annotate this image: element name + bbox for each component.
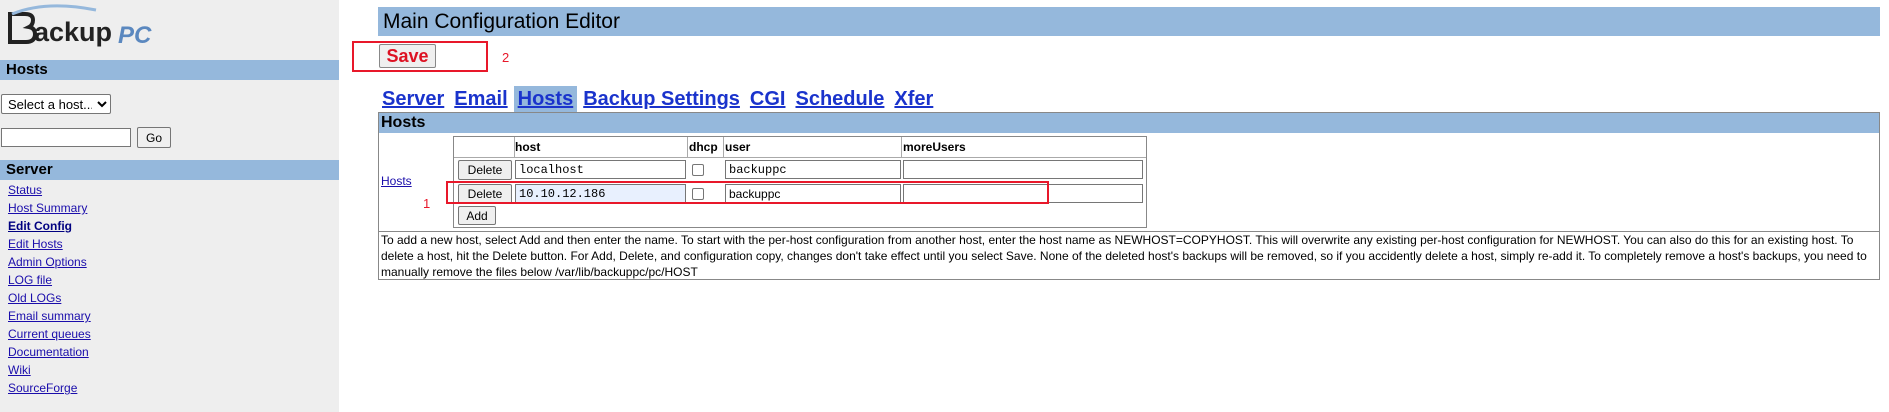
column-header-dhcp: dhcp: [688, 137, 724, 157]
admin-options-link[interactable]: Admin Options: [8, 255, 87, 269]
go-button[interactable]: Go: [137, 127, 171, 148]
logo-suffix: PC: [118, 22, 152, 49]
moreusers-field[interactable]: [903, 160, 1143, 179]
edit-config-link[interactable]: Edit Config: [8, 219, 72, 233]
page-title: Main Configuration Editor: [378, 7, 1880, 36]
tab-schedule[interactable]: Schedule: [791, 86, 888, 112]
server-link-item: Host Summary: [8, 199, 91, 217]
annotation-number-2: 2: [502, 50, 510, 65]
tab-backup-settings[interactable]: Backup Settings: [579, 86, 744, 112]
server-link-item: LOG file: [8, 271, 91, 289]
server-link-item: Status: [8, 181, 91, 199]
hosts-help-link[interactable]: Hosts: [381, 174, 412, 188]
status-link[interactable]: Status: [8, 183, 42, 197]
host-search-input[interactable]: [1, 128, 131, 147]
tab-hosts[interactable]: Hosts: [513, 86, 578, 112]
tab-server[interactable]: Server: [378, 86, 448, 112]
server-link-item: Admin Options: [8, 253, 91, 271]
backuppc-logo[interactable]: ackup PC: [6, 2, 156, 52]
host-summary-link[interactable]: Host Summary: [8, 201, 87, 215]
sidebar: ackup PC Hosts Select a host... Go Serve…: [0, 0, 339, 412]
row-annotation-box: [446, 181, 1049, 204]
user-field[interactable]: [725, 160, 901, 179]
old-logs-link[interactable]: Old LOGs: [8, 291, 61, 305]
current-queues-link[interactable]: Current queues: [8, 327, 91, 341]
server-link-item: Documentation: [8, 343, 91, 361]
hosts-heading: Hosts: [0, 60, 339, 80]
sourceforge-link[interactable]: SourceForge: [8, 381, 77, 395]
column-header-host: host: [514, 137, 688, 157]
server-link-item: Email summary: [8, 307, 91, 325]
hosts-help-text: To add a new host, select Add and then e…: [379, 231, 1879, 280]
email-summary-link[interactable]: Email summary: [8, 309, 91, 323]
column-header-moreusers: moreUsers: [903, 140, 966, 154]
config-tabs: Server Email Hosts Backup Settings CGI S…: [378, 86, 939, 112]
server-links: Status Host Summary Edit Config Edit Hos…: [8, 181, 91, 397]
server-heading: Server: [0, 160, 339, 180]
annotation-number-1: 1: [423, 196, 431, 211]
hosts-section-heading: Hosts: [379, 113, 1879, 133]
add-host-button[interactable]: Add: [458, 206, 496, 225]
documentation-link[interactable]: Documentation: [8, 345, 89, 359]
server-link-item: Wiki: [8, 361, 91, 379]
column-header-actions: [454, 137, 515, 157]
tab-cgi[interactable]: CGI: [746, 86, 790, 112]
log-file-link[interactable]: LOG file: [8, 273, 52, 287]
table-row: Delete: [454, 158, 1146, 182]
backuppc-logo-icon: ackup PC: [8, 4, 152, 49]
server-link-item: Edit Hosts: [8, 235, 91, 253]
server-link-item: Old LOGs: [8, 289, 91, 307]
table-header-row: host dhcp user moreUsers: [454, 137, 1146, 158]
server-link-item: SourceForge: [8, 379, 91, 397]
column-header-user: user: [724, 137, 902, 157]
server-link-item: Current queues: [8, 325, 91, 343]
save-button[interactable]: Save: [379, 44, 436, 68]
dhcp-checkbox[interactable]: [692, 164, 704, 176]
tab-email[interactable]: Email: [450, 86, 511, 112]
edit-hosts-link[interactable]: Edit Hosts: [8, 237, 63, 251]
wiki-link[interactable]: Wiki: [8, 363, 31, 377]
host-field[interactable]: [515, 160, 686, 179]
host-select[interactable]: Select a host...: [1, 94, 111, 114]
tab-xfer[interactable]: Xfer: [890, 86, 937, 112]
logo-text: ackup: [34, 17, 112, 47]
delete-button[interactable]: Delete: [458, 160, 512, 180]
server-link-item: Edit Config: [8, 217, 91, 235]
